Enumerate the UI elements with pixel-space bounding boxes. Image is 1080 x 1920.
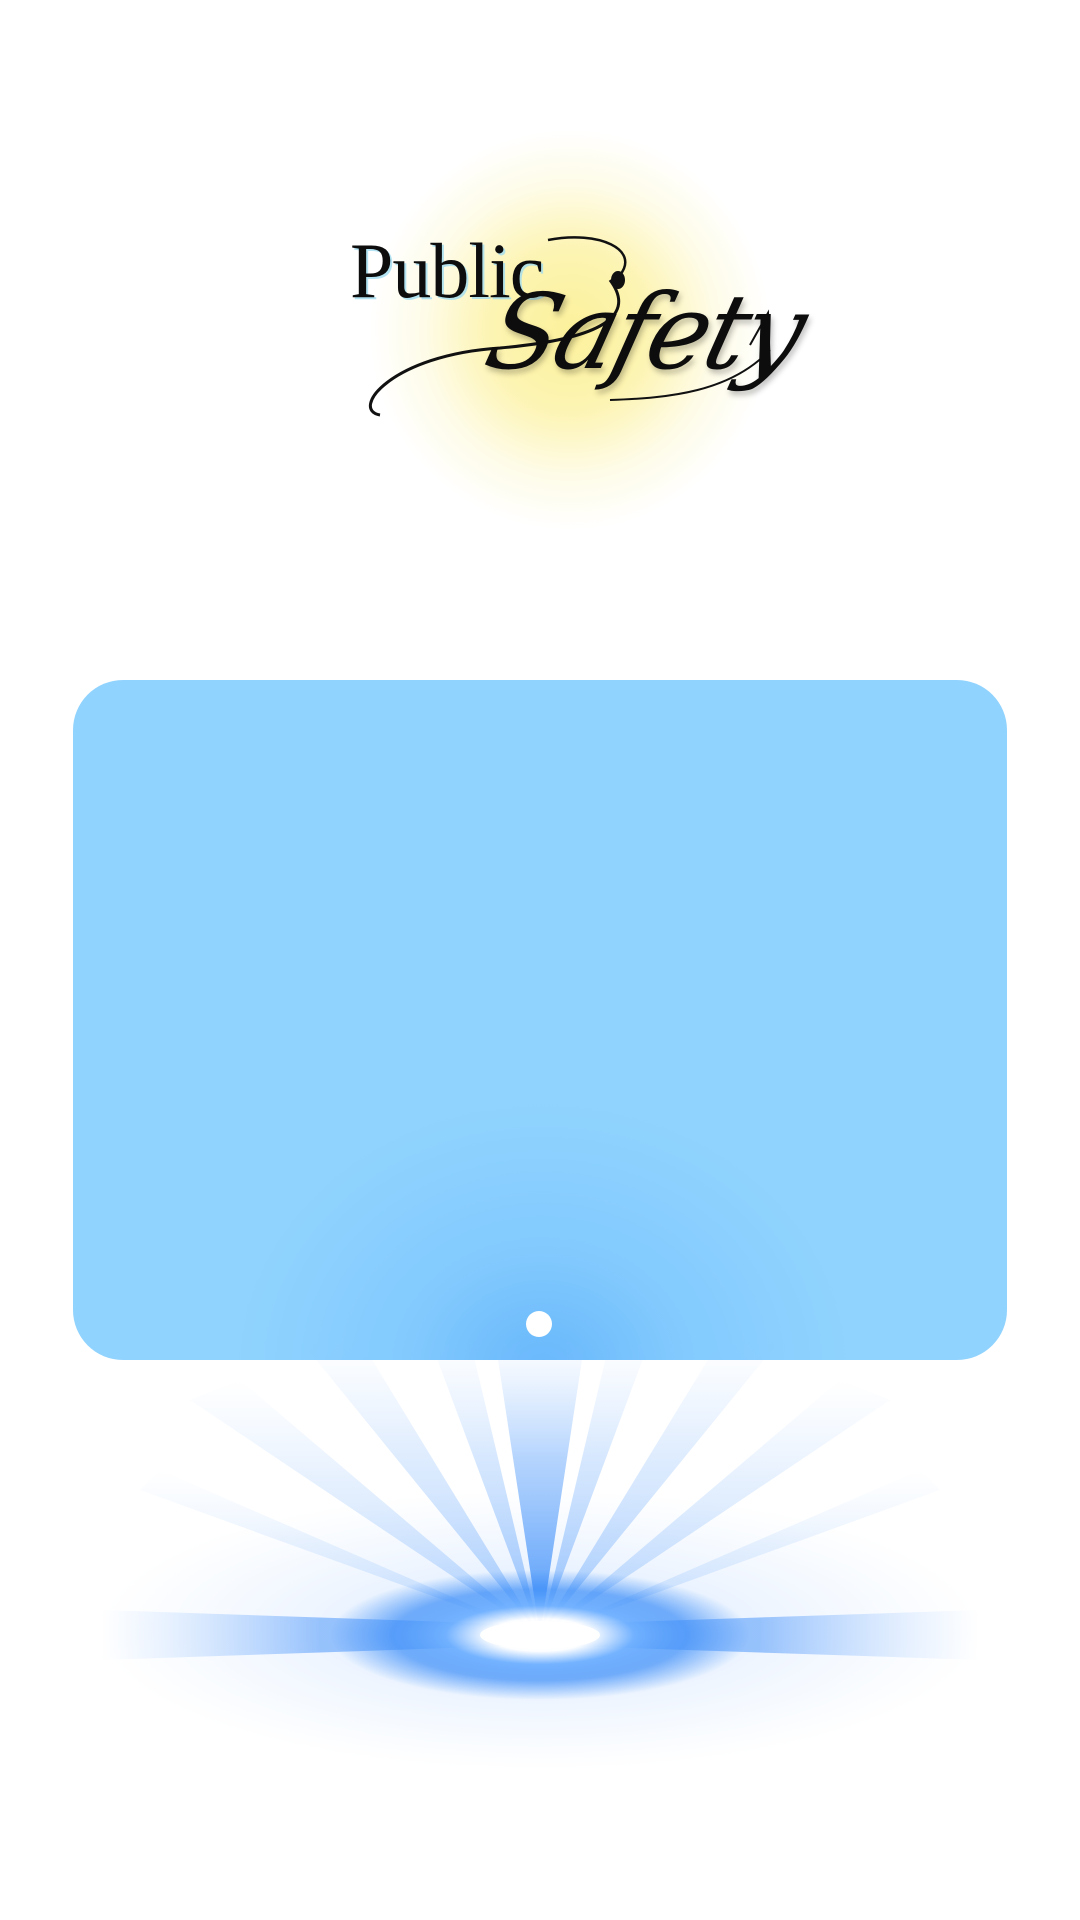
light-burst-rays	[100, 1340, 980, 1700]
logo-word-safety: Safety	[474, 271, 816, 393]
public-safety-logo: Public Safety	[310, 130, 816, 530]
main-panel	[73, 680, 1007, 1360]
panel-light-beam	[233, 1010, 853, 1360]
page-indicator-dot[interactable]	[526, 1311, 552, 1337]
light-burst-effect	[100, 1340, 980, 1780]
